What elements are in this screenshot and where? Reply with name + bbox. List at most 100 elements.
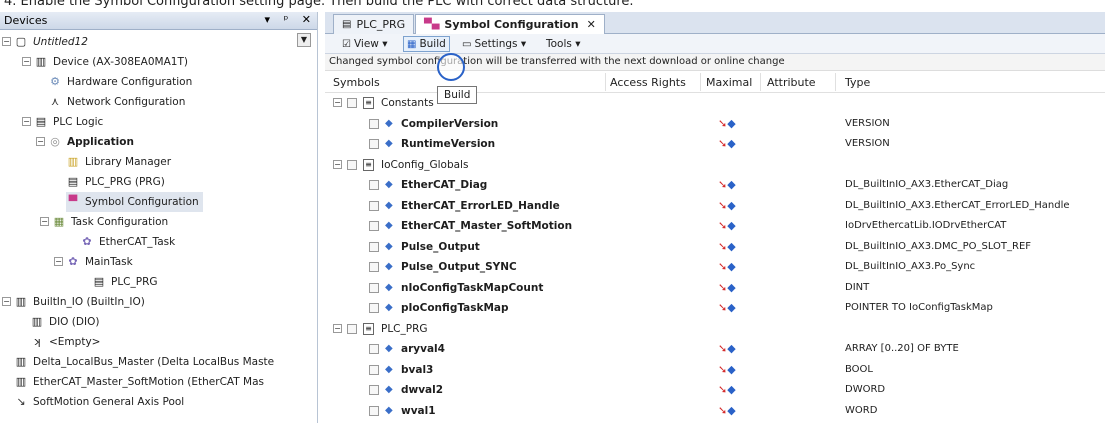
tree-expander-icon[interactable]: − <box>22 57 31 66</box>
group-checkbox[interactable] <box>347 159 357 170</box>
symbol-type: DL_BuiltInIO_AX3.EtherCAT_Diag <box>845 179 1009 190</box>
symbol-row[interactable]: ◆ nIoConfigTaskMapCount ➘◆ DINT <box>325 278 1105 298</box>
tree-node[interactable]: ▥ Library Manager <box>66 152 171 172</box>
tree-expander-icon[interactable]: − <box>333 323 342 333</box>
symbol-checkbox[interactable] <box>369 303 379 313</box>
symbol-checkbox[interactable] <box>369 118 379 129</box>
tree-expander-icon[interactable]: − <box>2 37 11 46</box>
tree-node[interactable]: ▀ Symbol Configuration <box>66 192 203 212</box>
symbol-checkbox[interactable] <box>369 221 379 231</box>
symbol-checkbox[interactable] <box>369 139 379 149</box>
settings-menu-button[interactable]: ▭ Settings ▾ <box>459 36 529 52</box>
build-button[interactable]: ▦ Build <box>403 36 450 52</box>
tab-symbol-configuration[interactable]: ▀▄ Symbol Configuration ✕ <box>415 14 605 34</box>
symbol-checkbox[interactable] <box>369 180 379 190</box>
tree-node[interactable]: ⚙ Hardware Configuration <box>48 72 192 92</box>
symbol-row[interactable]: ◆ EtherCAT_Diag ➘◆ DL_BuiltInIO_AX3.EtherCA… <box>325 175 1105 195</box>
tree-expander-icon[interactable]: − <box>40 217 49 226</box>
column-type[interactable]: Type <box>845 76 870 89</box>
tree-node[interactable]: ▥ Device (AX-308EA0MA1T) <box>34 52 188 72</box>
tree-node-label: Application <box>67 136 134 148</box>
tab-plc-prg[interactable]: ▤ PLC_PRG <box>333 14 415 34</box>
close-tab-icon[interactable]: ✕ <box>587 18 596 31</box>
column-maximal[interactable]: Maximal <box>706 76 752 89</box>
symbol-checkbox[interactable] <box>369 344 379 354</box>
symbol-checkbox[interactable] <box>369 241 379 252</box>
group-checkbox[interactable] <box>347 323 357 334</box>
column-symbols[interactable]: Symbols <box>333 76 380 89</box>
pane-menu-dropdown-icon[interactable]: ▾ <box>265 13 271 26</box>
tree-node[interactable]: ▤ PLC_PRG (PRG) <box>66 172 165 192</box>
tree-node[interactable]: ▤ PLC Logic <box>34 112 104 132</box>
symbol-row[interactable]: ◆ EtherCAT_Master_SoftMotion ➘◆ IoDrvEtherc… <box>325 216 1105 236</box>
tree-node[interactable]: ▢ Untitled12 <box>14 32 88 52</box>
read-write-icon: ➘◆ <box>718 198 736 212</box>
tree-node[interactable]: ʞ <Empty> <box>30 332 100 352</box>
io-icon: ▥ <box>31 315 43 328</box>
view-menu-button[interactable]: ☑ View ▾ <box>339 36 391 52</box>
symbol-name: Pulse_Output_SYNC <box>401 261 517 273</box>
variable-icon: ◆ <box>385 363 393 375</box>
variable-icon: ◆ <box>385 220 393 231</box>
tools-menu-button[interactable]: Tools ▾ <box>543 36 583 52</box>
tree-expander-icon[interactable]: − <box>36 137 45 146</box>
symbol-row[interactable]: ◆ EtherCAT_ErrorLED_Handle ➘◆ DL_BuiltInIO_… <box>325 196 1105 216</box>
symbol-row[interactable]: ◆ CompilerVersion ➘◆ VERSION <box>325 114 1105 134</box>
tree-node[interactable]: ▥ DIO (DIO) <box>30 312 100 332</box>
symbol-row[interactable]: ◆ wval1 ➘◆ WORD <box>325 401 1105 421</box>
symbol-type: ARRAY [0..20] OF BYTE <box>845 343 959 354</box>
symbol-row[interactable]: ◆ aryval4 ➘◆ ARRAY [0..20] OF BYTE <box>325 339 1105 359</box>
devices-pane-header: Devices ▾ ᵖ ✕ <box>0 12 317 30</box>
read-write-icon: ➘◆ <box>718 137 736 150</box>
symbol-row[interactable]: ◆ bval3 ➘◆ BOOL <box>325 360 1105 380</box>
tab-symbol-configuration-label: Symbol Configuration <box>444 18 579 31</box>
symbol-checkbox[interactable] <box>369 364 379 375</box>
symbol-name: CompilerVersion <box>401 117 499 130</box>
symbol-group-row[interactable]: − ≡ IoConfig_Globals <box>325 155 1105 175</box>
tree-node[interactable]: ✿ EtherCAT_Task <box>80 232 175 252</box>
tree-expander-icon[interactable]: − <box>22 117 31 126</box>
symbol-checkbox[interactable] <box>369 282 379 293</box>
tree-node[interactable]: ◎ Application <box>48 132 134 152</box>
symbol-row[interactable]: ◆ Pulse_Output_SYNC ➘◆ DL_BuiltInIO_AX3.Po_… <box>325 257 1105 277</box>
tree-node[interactable]: ▥ Delta_LocalBus_Master (Delta LocalBus M… <box>14 352 274 372</box>
project-combo-dropdown-icon[interactable]: ▼ <box>297 33 311 47</box>
instruction-text: 4. Enable the Symbol Configuration setti… <box>4 0 634 9</box>
symbol-row[interactable]: ◆ Pulse_Output ➘◆ DL_BuiltInIO_AX3.DMC_PO_S… <box>325 237 1105 257</box>
pou-icon: ▤ <box>67 175 79 188</box>
column-access-rights[interactable]: Access Rights <box>610 76 686 89</box>
symbol-row[interactable]: ◆ dwval2 ➘◆ DWORD <box>325 380 1105 400</box>
click-indicator <box>437 53 465 81</box>
group-checkbox[interactable] <box>347 98 357 108</box>
symbol-config-icon: ▀ <box>68 195 78 208</box>
tree-expander-icon[interactable]: − <box>54 257 63 266</box>
symbol-group-row[interactable]: − ≡ PLC_PRG <box>325 319 1105 339</box>
symbol-checkbox[interactable] <box>369 385 379 395</box>
tree-node[interactable]: ▦ Task Configuration <box>52 212 168 232</box>
symbol-checkbox[interactable] <box>369 262 379 272</box>
tree-node-label: BuiltIn_IO (BuiltIn_IO) <box>33 296 145 308</box>
tree-node[interactable]: ⋏ Network Configuration <box>48 92 185 112</box>
symbol-row[interactable]: ◆ RuntimeVersion ➘◆ VERSION <box>325 134 1105 154</box>
variable-list-icon: ≡ <box>363 322 374 335</box>
pin-icon[interactable]: ᵖ <box>284 13 289 26</box>
tree-node[interactable]: ▥ BuiltIn_IO (BuiltIn_IO) <box>14 292 145 312</box>
tree-node[interactable]: ▥ EtherCAT_Master_SoftMotion (EtherCAT Ma… <box>14 372 264 392</box>
symbol-checkbox[interactable] <box>369 200 379 211</box>
tree-expander-icon[interactable]: − <box>2 297 11 306</box>
read-write-icon: ➘◆ <box>718 301 736 314</box>
tree-expander-icon[interactable]: − <box>333 98 342 107</box>
tree-node[interactable]: ↘ SoftMotion General Axis Pool <box>14 392 184 412</box>
tree-node[interactable]: ▤ PLC_PRG <box>92 272 158 292</box>
column-attribute[interactable]: Attribute <box>767 76 816 89</box>
symbol-checkbox[interactable] <box>369 405 379 416</box>
close-pane-icon[interactable]: ✕ <box>302 13 311 26</box>
tree-node-label: DIO (DIO) <box>49 316 100 328</box>
symbol-group-name: Constants <box>381 97 434 109</box>
tree-node-label: Network Configuration <box>67 96 186 108</box>
symbol-row[interactable]: ◆ pIoConfigTaskMap ➘◆ POINTER TO IoConfigTa… <box>325 298 1105 318</box>
tree-node[interactable]: ✿ MainTask <box>66 252 132 272</box>
devices-pane: Devices ▾ ᵖ ✕ ▼ − ▢ Untitled12− ▥ Device (AX… <box>0 12 318 423</box>
symbol-name: wval1 <box>401 404 436 417</box>
tree-expander-icon[interactable]: − <box>333 159 342 169</box>
